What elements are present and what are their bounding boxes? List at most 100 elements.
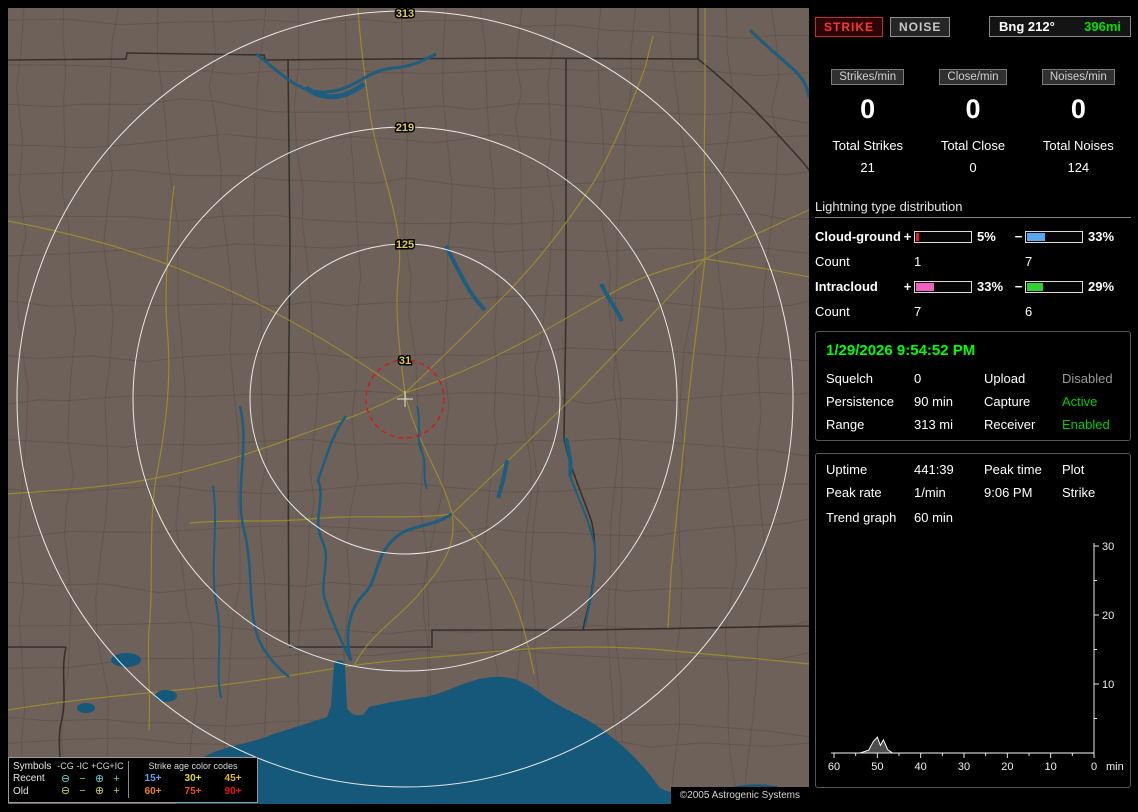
svg-text:10: 10 — [1102, 679, 1114, 691]
legend-col-header: +IC — [109, 761, 124, 772]
cloud-ground-label: Cloud-ground — [815, 229, 901, 244]
ic-negative-bar — [1025, 280, 1083, 293]
svg-text:60: 60 — [828, 761, 840, 773]
svg-text:50: 50 — [871, 761, 883, 773]
intracloud-label: Intracloud — [815, 279, 878, 294]
close-per-min-value: 0 — [965, 94, 981, 124]
persistence-value: 90 min — [914, 394, 954, 409]
bearing-display: Bng 212° 396mi — [989, 16, 1131, 37]
noises-per-min-label: Noises/min — [1041, 69, 1115, 85]
indicator-bar: STRIKE NOISE Bng 212° 396mi — [815, 16, 1131, 37]
total-close-label: Total Close — [940, 138, 1006, 153]
persistence-label: Persistence — [826, 394, 894, 409]
cg-positive-bar — [914, 230, 972, 243]
ic-positive-bar-fill — [916, 282, 934, 291]
lightning-distribution: Lightning type distribution Cloud-ground… — [815, 199, 1131, 319]
svg-text:min: min — [1106, 761, 1124, 773]
plus-icon: + — [113, 772, 120, 785]
svg-text:10: 10 — [1045, 761, 1057, 773]
squelch-value: 0 — [914, 371, 922, 386]
plus-icon: + — [113, 785, 120, 798]
legend-col-header: -IC — [76, 761, 89, 772]
peak-time-value: 9:06 PM — [984, 485, 1033, 500]
upload-label: Upload — [984, 371, 1026, 386]
strikes-per-min-label: Strikes/min — [831, 69, 905, 85]
uptime-value: 441:39 — [914, 462, 954, 477]
datetime-display: 1/29/2026 9:54:52 PM — [826, 342, 976, 359]
plus-sign: + — [903, 279, 912, 294]
age-code: 75+ — [184, 785, 202, 797]
total-noises-label: Total Noises — [1042, 138, 1114, 153]
svg-text:20: 20 — [1001, 761, 1013, 773]
circle-minus-icon: ⊖ — [60, 772, 71, 785]
range-ring-label: 31 — [399, 355, 411, 367]
range-ring-label: 125 — [396, 239, 414, 251]
divider — [815, 217, 1131, 218]
minus-icon: − — [79, 785, 86, 798]
noise-indicator[interactable]: NOISE — [890, 16, 951, 37]
total-strikes-value: 21 — [860, 160, 875, 175]
rate-counters: Strikes/min 0 Total Strikes 21 Close/min… — [815, 67, 1131, 175]
receiver-label: Receiver — [984, 417, 1036, 432]
ic-negative-bar-fill — [1027, 282, 1043, 291]
count-label: Count — [815, 254, 850, 269]
status-box: 1/29/2026 9:54:52 PM Squelch 0 Upload Di… — [815, 331, 1131, 441]
svg-text:20: 20 — [1102, 610, 1114, 622]
capture-status: Active — [1062, 394, 1098, 409]
svg-text:0: 0 — [1091, 761, 1097, 773]
legend-col-header: -CG — [57, 761, 74, 772]
age-code: 30+ — [184, 773, 202, 785]
svg-text:30: 30 — [1102, 541, 1114, 553]
range-label: Range — [826, 417, 865, 432]
count-label: Count — [815, 304, 850, 319]
noises-per-min-column: Noises/min 0 Total Noises 124 — [1026, 67, 1131, 175]
strike-legend: Symbols -CG -IC +CG +IC Strike age color… — [8, 756, 258, 803]
total-strikes-label: Total Strikes — [832, 138, 904, 153]
radar-map[interactable]: 31 125 219 313 Symbols -CG -IC +CG +IC Stri… — [8, 8, 809, 804]
legend-symbols-header: Symbols — [13, 760, 52, 772]
strikes-per-min-column: Strikes/min 0 Total Strikes 21 — [815, 67, 920, 175]
age-code: 60+ — [144, 785, 162, 797]
range-ring-label: 219 — [396, 122, 414, 134]
bearing-distance: 396mi — [1084, 19, 1121, 34]
total-noises-value: 124 — [1067, 160, 1090, 175]
cg-negative-count: 7 — [1025, 254, 1033, 269]
distribution-title: Lightning type distribution — [815, 199, 963, 214]
peak-time-label: Peak time — [984, 462, 1042, 477]
cg-negative-pct: 33% — [1088, 229, 1115, 244]
circle-plus-icon: ⊕ — [94, 785, 105, 798]
cg-negative-bar-fill — [1027, 232, 1045, 241]
peak-rate-label: Peak rate — [826, 485, 882, 500]
range-ring-label: 313 — [396, 8, 414, 20]
receiver-status: Enabled — [1062, 417, 1110, 432]
stats-box: Uptime 441:39 Peak time Plot Peak rate 1… — [815, 453, 1131, 788]
circle-minus-icon: ⊖ — [60, 785, 71, 798]
legend-row-label: Recent — [13, 773, 45, 785]
age-code: 45+ — [224, 773, 242, 785]
control-panel: STRIKE NOISE Bng 212° 396mi Strikes/min … — [815, 8, 1131, 788]
strike-indicator[interactable]: STRIKE — [815, 16, 884, 37]
strikes-per-min-value: 0 — [860, 94, 876, 124]
age-code: 15+ — [144, 773, 162, 785]
trend-series — [834, 736, 1094, 754]
uptime-label: Uptime — [826, 462, 868, 477]
copyright-text: ©2005 Astrogenic Systems — [670, 787, 809, 804]
squelch-label: Squelch — [826, 371, 873, 386]
noises-per-min-value: 0 — [1070, 94, 1086, 124]
peak-rate-value: 1/min — [914, 485, 946, 500]
ic-negative-pct: 29% — [1088, 279, 1115, 294]
range-value: 313 mi — [914, 417, 954, 432]
minus-sign: − — [1014, 279, 1023, 294]
bearing-value: Bng 212° — [999, 19, 1055, 34]
map-canvas[interactable]: 31 125 219 313 — [8, 8, 809, 804]
legend-col-header: +CG — [91, 761, 110, 772]
plot-value: Strike — [1062, 485, 1096, 500]
cg-negative-bar — [1025, 230, 1083, 243]
ic-positive-pct: 33% — [977, 279, 1004, 294]
cg-positive-bar-fill — [916, 232, 919, 241]
ic-negative-count: 6 — [1025, 304, 1033, 319]
ic-positive-count: 7 — [914, 304, 922, 319]
app-window: 31 125 219 313 Symbols -CG -IC +CG +IC Stri… — [0, 0, 1138, 812]
legend-row-label: Old — [13, 785, 29, 797]
minus-icon: − — [79, 772, 86, 785]
